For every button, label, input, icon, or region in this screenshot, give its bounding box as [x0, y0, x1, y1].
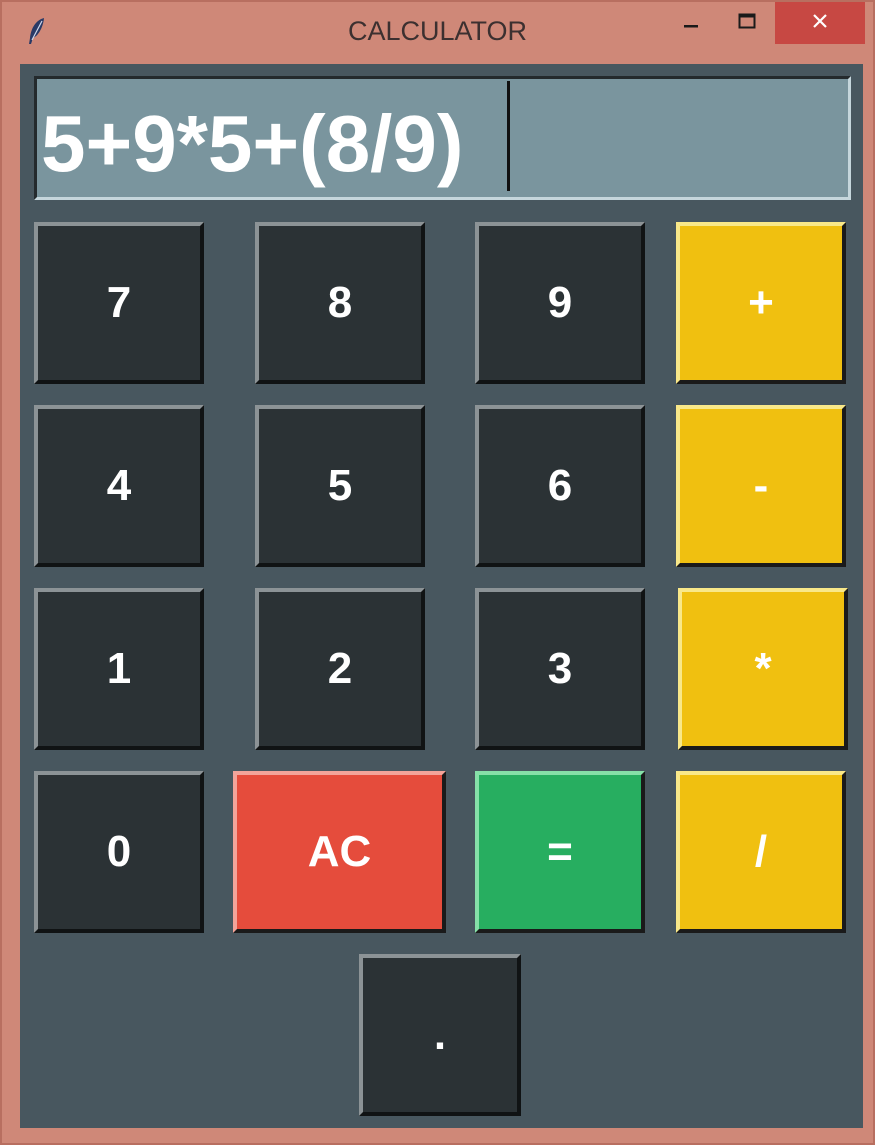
expression-text: 5+9*5+(8/9)	[41, 99, 464, 188]
multiply-button[interactable]: *	[678, 588, 848, 750]
key-8[interactable]: 8	[255, 222, 425, 384]
divide-button[interactable]: /	[676, 771, 846, 933]
minimize-icon	[683, 13, 699, 34]
title-bar[interactable]: CALCULATOR	[2, 2, 873, 62]
key-3[interactable]: 3	[475, 588, 645, 750]
key-6[interactable]: 6	[475, 405, 645, 567]
plus-button[interactable]: +	[676, 222, 846, 384]
close-icon	[811, 12, 829, 35]
key-2[interactable]: 2	[255, 588, 425, 750]
close-button[interactable]	[775, 2, 865, 44]
key-4[interactable]: 4	[34, 405, 204, 567]
expression-display[interactable]: 5+9*5+(8/9)	[34, 76, 851, 200]
text-caret	[507, 81, 510, 191]
equals-button[interactable]: =	[475, 771, 645, 933]
key-1[interactable]: 1	[34, 588, 204, 750]
key-0[interactable]: 0	[34, 771, 204, 933]
clear-button[interactable]: AC	[233, 771, 446, 933]
minimize-button[interactable]	[668, 2, 714, 44]
calculator-body: 5+9*5+(8/9) 7 8 9 + 4 5 6 - 1 2 3 * 0 AC…	[20, 64, 863, 1128]
minus-button[interactable]: -	[676, 405, 846, 567]
key-5[interactable]: 5	[255, 405, 425, 567]
maximize-icon	[738, 13, 756, 34]
calculator-window: CALCULATOR 5+9*5+(8/9) 7 8 9 + 4 5 6 - 1…	[0, 0, 875, 1145]
key-7[interactable]: 7	[34, 222, 204, 384]
key-9[interactable]: 9	[475, 222, 645, 384]
decimal-point-button[interactable]: .	[359, 954, 521, 1116]
maximize-button[interactable]	[724, 2, 770, 44]
